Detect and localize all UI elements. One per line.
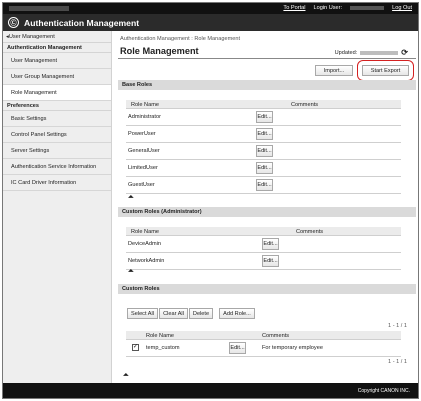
section-custom-roles-admin: Custom Roles (Administrator) (118, 207, 416, 217)
role-name: PowerUser (128, 131, 156, 137)
role-name: temp_custom (146, 345, 180, 351)
updated-info: Updated: ⟳ (335, 48, 408, 57)
device-name (9, 6, 69, 11)
col-comments: Comments (291, 102, 319, 108)
app-logo-icon: Ⓒ (8, 17, 19, 28)
row-checkbox[interactable]: ✓ (132, 344, 139, 351)
role-name: NetworkAdmin (128, 258, 165, 264)
edit-button[interactable]: Edit... (256, 145, 273, 157)
window: To Portal Login User: Log Out Ⓒ Authenti… (2, 2, 419, 399)
updated-value (360, 50, 399, 55)
edit-button[interactable]: Edit... (256, 128, 273, 140)
main-content: Authentication Management : Role Managem… (113, 31, 418, 385)
log-out-link[interactable]: Log Out (392, 5, 412, 11)
refresh-icon[interactable]: ⟳ (401, 48, 408, 57)
footer: Copyright CANON INC. (3, 383, 418, 398)
sidebar-item-server-settings[interactable]: Server Settings (3, 143, 111, 159)
edit-button[interactable]: Edit... (262, 238, 279, 250)
table-header: Role Name Comments (126, 227, 401, 236)
table-row: DeviceAdmin Edit... (126, 236, 401, 253)
select-all-button[interactable]: Select All (127, 308, 158, 319)
table-row: PowerUser Edit... (126, 126, 401, 143)
role-name: GeneralUser (128, 148, 160, 154)
updated-label: Updated: (334, 49, 358, 56)
sidebar-group-head: Authentication Management (3, 43, 111, 53)
custom-roles-table: Role Name Comments ✓ temp_custom Edit...… (126, 331, 401, 357)
table-row: LimitedUser Edit... (126, 160, 401, 177)
edit-button[interactable]: Edit... (256, 179, 273, 191)
divider (118, 58, 416, 59)
breadcrumb: Authentication Management : Role Managem… (120, 36, 241, 42)
login-user-label: Login User: (313, 5, 343, 11)
edit-button[interactable]: Edit... (262, 255, 279, 267)
page-top-icon[interactable]: ⏶ (128, 268, 134, 275)
sidebar: ◂ User Management Authentication Managem… (3, 31, 112, 385)
app-title: Authentication Management (24, 17, 140, 28)
custom-admin-table: Role Name Comments DeviceAdmin Edit... N… (126, 227, 401, 270)
sidebar-item-basic-settings[interactable]: Basic Settings (3, 111, 111, 127)
sidebar-back-label: User Management (8, 33, 55, 40)
base-roles-table: Role Name Comments Administrator Edit...… (126, 100, 401, 194)
login-user-value (350, 6, 385, 10)
sidebar-item-auth-service-info[interactable]: Authentication Service Information (3, 159, 111, 175)
table-row: GeneralUser Edit... (126, 143, 401, 160)
col-role-name: Role Name (131, 102, 159, 108)
sidebar-back-link[interactable]: ◂ User Management (3, 31, 111, 43)
table-row: NetworkAdmin Edit... (126, 253, 401, 270)
role-name: DeviceAdmin (128, 241, 161, 247)
edit-button[interactable]: Edit... (229, 342, 246, 354)
section-custom-roles: Custom Roles (118, 284, 416, 294)
role-comment: For temporary employee (262, 345, 323, 351)
role-name: Administrator (128, 114, 161, 120)
add-role-button[interactable]: Add Role... (219, 308, 255, 319)
sidebar-item-ic-card-driver-info[interactable]: IC Card Driver Information (3, 175, 111, 191)
page-top-icon[interactable]: ⏶ (128, 194, 134, 201)
title-bar: Ⓒ Authentication Management (3, 14, 418, 31)
sidebar-group-head: Preferences (3, 101, 111, 111)
edit-button[interactable]: Edit... (256, 111, 273, 123)
sidebar-item-user-management[interactable]: User Management (3, 53, 111, 69)
pager-top: 1 - 1 / 1 (388, 323, 407, 329)
page-title: Role Management (120, 46, 199, 56)
delete-button[interactable]: Delete (189, 308, 213, 319)
highlight-ring (357, 60, 414, 81)
import-button[interactable]: Import... (315, 65, 353, 76)
sidebar-item-role-management[interactable]: Role Management (3, 85, 111, 101)
col-comments: Comments (262, 333, 290, 339)
section-base-roles: Base Roles (118, 80, 416, 90)
col-role-name: Role Name (146, 333, 174, 339)
table-row: Administrator Edit... (126, 109, 401, 126)
role-name: GuestUser (128, 182, 155, 188)
sidebar-item-user-group-management[interactable]: User Group Management (3, 69, 111, 85)
clear-all-button[interactable]: Clear All (159, 308, 188, 319)
table-row: GuestUser Edit... (126, 177, 401, 194)
table-header: Role Name Comments (126, 100, 401, 109)
to-portal-link[interactable]: To Portal (283, 5, 305, 11)
sidebar-item-control-panel-settings[interactable]: Control Panel Settings (3, 127, 111, 143)
copyright-text: Copyright CANON INC. (357, 387, 410, 394)
role-name: LimitedUser (128, 165, 158, 171)
top-bar: To Portal Login User: Log Out (3, 3, 418, 14)
col-role-name: Role Name (131, 229, 159, 235)
edit-button[interactable]: Edit... (256, 162, 273, 174)
col-comments: Comments (296, 229, 324, 235)
page-top-icon[interactable]: ⏶ (123, 372, 129, 379)
table-row: ✓ temp_custom Edit... For temporary empl… (126, 340, 401, 357)
table-header: Role Name Comments (126, 331, 401, 340)
pager-bottom: 1 - 1 / 1 (388, 359, 407, 365)
